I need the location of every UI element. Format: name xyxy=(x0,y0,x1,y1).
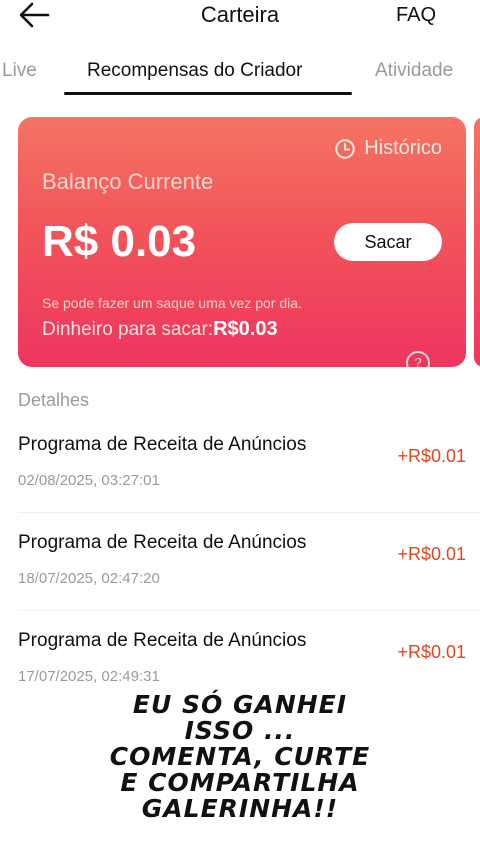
transaction-name: Programa de Receita de Anúncios xyxy=(18,630,307,651)
help-icon[interactable]: ? xyxy=(406,351,430,367)
balance-card: Histórico Balanço Currente R$ 0.03 Sacar… xyxy=(18,117,466,367)
clock-icon xyxy=(335,138,355,159)
transaction-date: 17/07/2025, 02:49:31 xyxy=(18,668,160,685)
history-label: Histórico xyxy=(364,137,442,159)
transaction-name: Programa de Receita de Anúncios xyxy=(18,434,307,455)
caption-line: GALERINHA!! xyxy=(141,794,339,823)
tab-live[interactable]: Live xyxy=(2,60,37,82)
app-header: Carteira FAQ xyxy=(0,0,480,36)
balance-amount: R$ 0.03 xyxy=(42,217,197,266)
divider xyxy=(18,610,480,611)
transaction-amount: +R$0.01 xyxy=(397,642,466,662)
faq-link[interactable]: FAQ xyxy=(396,4,436,27)
transaction-name: Programa de Receita de Anúncios xyxy=(18,532,307,553)
history-link[interactable]: Histórico xyxy=(334,137,442,160)
balance-label: Balanço Currente xyxy=(42,169,214,194)
divider xyxy=(18,512,480,513)
available-label: Dinheiro para sacar: xyxy=(42,319,214,340)
caption-line: COMENTA, CURTE xyxy=(109,742,371,771)
transaction-date: 02/08/2025, 03:27:01 xyxy=(18,472,160,489)
tab-recompensas-do-criador[interactable]: Recompensas do Criador xyxy=(87,60,302,82)
caption-line: EU SÓ GANHEI xyxy=(132,690,348,719)
tab-bar: Live Recompensas do Criador Atividade xyxy=(0,56,480,96)
withdraw-button[interactable]: Sacar xyxy=(334,223,442,261)
transaction-amount: +R$0.01 xyxy=(397,446,466,466)
active-tab-indicator xyxy=(64,92,352,95)
next-card-peek[interactable] xyxy=(474,117,480,367)
available-value: R$0.03 xyxy=(213,318,278,340)
caption-line: E COMPARTILHA xyxy=(120,768,360,797)
tab-atividade[interactable]: Atividade xyxy=(375,60,453,82)
details-label: Detalhes xyxy=(18,390,90,410)
transaction-amount: +R$0.01 xyxy=(397,544,466,564)
transaction-row[interactable]: Programa de Receita de Anúncios 02/08/20… xyxy=(0,434,480,524)
available-balance: Dinheiro para sacar:R$0.03 xyxy=(42,318,278,341)
overlay-caption: EU SÓ GANHEI ISSO ... COMENTA, CURTE E C… xyxy=(0,692,480,822)
caption-line: ISSO ... xyxy=(184,716,296,745)
transaction-date: 18/07/2025, 02:47:20 xyxy=(18,570,160,587)
withdraw-note: Se pode fazer um saque uma vez por dia. xyxy=(42,295,302,311)
transaction-row[interactable]: Programa de Receita de Anúncios 18/07/20… xyxy=(0,532,480,622)
